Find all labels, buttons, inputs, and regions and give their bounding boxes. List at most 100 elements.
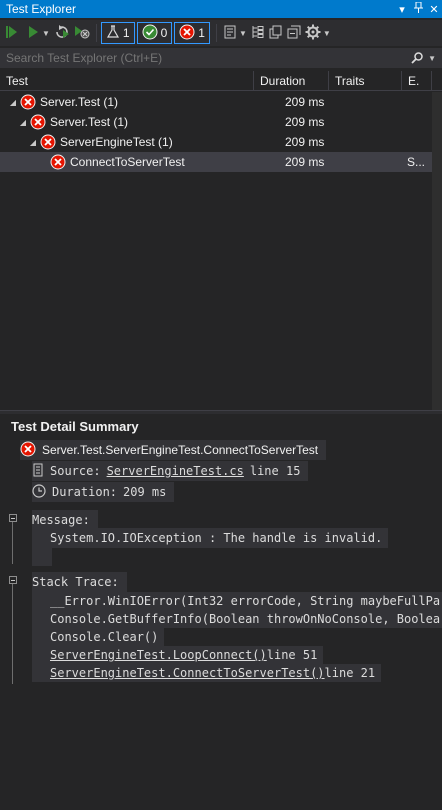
stack-frame-text: Console.GetBufferInfo(Boolean throwOnNoC… (50, 612, 441, 626)
source-file-link[interactable]: ServerEngineTest.cs (107, 464, 244, 478)
column-header-traits[interactable]: Traits (329, 70, 402, 91)
chevron-down-icon[interactable]: ▼ (323, 29, 331, 38)
detail-test-name-row: Server.Test.ServerEngineTest.ConnectToSe… (20, 440, 327, 460)
chevron-down-icon[interactable]: ▼ (428, 54, 436, 63)
tree-row[interactable]: ◢ Server.Test (1) 209 ms (0, 92, 432, 112)
search-input[interactable] (0, 48, 409, 68)
collapse-stack-icon[interactable] (9, 576, 17, 584)
flask-icon (106, 24, 120, 42)
chevron-down-icon[interactable]: ▼ (42, 29, 50, 38)
search-icon[interactable] (408, 52, 426, 64)
passed-tests-filter[interactable]: 0 (136, 22, 173, 44)
stack-frame: Console.GetBufferInfo(Boolean throwOnNoC… (32, 610, 442, 628)
stack-label-row: Stack Trace: (32, 572, 127, 592)
stack-label: Stack Trace: (32, 575, 119, 589)
passed-icon (142, 24, 158, 43)
tree-row-selected[interactable]: ConnectToServerTest 209 ms S... (0, 152, 432, 172)
stack-frame-link[interactable]: ServerEngineTest.LoopConnect() (50, 648, 267, 662)
test-duration: 209 ms (285, 95, 325, 109)
test-tree: ◢ Server.Test (1) 209 ms ◢ Server.Test (… (0, 92, 432, 172)
playlist-button[interactable]: ▼ (221, 22, 249, 44)
expander-icon[interactable]: ◢ (28, 138, 38, 147)
test-name: Server.Test (1) (50, 115, 129, 129)
repeat-icon (54, 24, 70, 42)
stack-frame-line: line 51 (266, 648, 318, 662)
test-duration: 209 ms (285, 155, 325, 169)
stack-frame: Console.Clear() (32, 628, 165, 646)
message-label-row: Message: (32, 510, 98, 530)
test-name: ServerEngineTest (1) (60, 135, 173, 149)
tree-row[interactable]: ◢ ServerEngineTest (1) 209 ms (0, 132, 432, 152)
test-trait: S... (407, 155, 426, 169)
duration-value: 209 ms (123, 485, 167, 499)
failed-icon (20, 441, 36, 460)
failed-icon (179, 24, 195, 43)
stack-frame: __Error.WinIOError(Int32 errorCode, Stri… (32, 592, 442, 610)
failed-tests-filter[interactable]: 1 (174, 22, 210, 44)
close-icon[interactable]: ✕ (426, 3, 442, 16)
detail-test-name: Server.Test.ServerEngineTest.ConnectToSe… (42, 443, 319, 457)
column-header-test[interactable]: Test (0, 70, 254, 91)
chevron-down-icon[interactable]: ▼ (239, 29, 247, 38)
total-count: 1 (122, 26, 130, 40)
column-header-error[interactable]: E. (402, 70, 432, 91)
failed-icon (20, 94, 36, 110)
expander-icon[interactable]: ◢ (8, 98, 18, 107)
pin-icon[interactable] (410, 1, 426, 16)
playlist-icon (223, 25, 237, 42)
test-duration: 209 ms (285, 115, 325, 129)
column-header-duration[interactable]: Duration (254, 70, 329, 91)
test-name: Server.Test (1) (40, 95, 119, 109)
test-name: ConnectToServerTest (70, 155, 185, 169)
run-all-button[interactable] (4, 22, 24, 44)
cancel-icon (74, 25, 90, 42)
message-padding (32, 548, 52, 566)
search-bar: ▼ (0, 48, 442, 68)
detail-source-row: Source: ServerEngineTest.cs line 15 (32, 461, 309, 481)
stack-frame-line: line 21 (324, 666, 376, 680)
failed-icon (30, 114, 46, 130)
test-duration: 209 ms (285, 135, 325, 149)
stack-frame: ServerEngineTest.LoopConnect() line 51 (32, 646, 324, 664)
settings-button[interactable]: ▼ (303, 22, 333, 44)
failed-icon (40, 134, 56, 150)
stack-frame: ServerEngineTest.ConnectToServerTest() l… (32, 664, 382, 682)
tree-scrollbar[interactable] (432, 92, 442, 410)
clock-icon (32, 483, 46, 501)
message-section-bracket (12, 518, 18, 564)
source-label: Source: (50, 464, 101, 478)
detail-title: Test Detail Summary (11, 419, 139, 434)
run-button[interactable]: ▼ (24, 22, 52, 44)
group-by-button[interactable] (249, 22, 267, 44)
run-all-icon (6, 25, 22, 42)
column-headers: Test Duration Traits E. (0, 70, 442, 91)
total-tests-filter[interactable]: 1 (100, 22, 135, 44)
collapse-all-icon (287, 25, 301, 42)
message-label: Message: (32, 513, 90, 527)
stack-frame-text: __Error.WinIOError(Int32 errorCode, Stri… (50, 594, 441, 608)
file-icon (32, 463, 44, 480)
test-detail-summary: Test Detail Summary Server.Test.ServerEn… (0, 414, 442, 810)
expander-icon[interactable]: ◢ (18, 118, 28, 127)
tree-row[interactable]: ◢ Server.Test (1) 209 ms (0, 112, 432, 132)
source-line: line 15 (249, 464, 301, 478)
failed-icon (50, 154, 66, 170)
title-bar: Test Explorer ▾ ✕ (0, 0, 442, 18)
repeat-last-run-button[interactable] (52, 22, 72, 44)
failed-count: 1 (198, 26, 205, 40)
cancel-run-button[interactable] (72, 22, 92, 44)
dropdown-icon[interactable]: ▾ (394, 3, 410, 16)
collapse-all-button[interactable] (285, 22, 303, 44)
window-title: Test Explorer (6, 2, 77, 16)
copy-icon (269, 25, 283, 42)
stack-section-bracket (12, 580, 18, 684)
message-text-row: System.IO.IOException : The handle is in… (32, 528, 389, 548)
toolbar-divider (215, 24, 217, 42)
gear-icon (305, 24, 321, 43)
toolbar: ▼ 1 0 1 ▼ ▼ (0, 20, 442, 46)
collapse-message-icon[interactable] (9, 514, 17, 522)
message-text: System.IO.IOException : The handle is in… (50, 531, 383, 545)
group-by-icon (251, 25, 265, 42)
copy-button[interactable] (267, 22, 285, 44)
stack-frame-link[interactable]: ServerEngineTest.ConnectToServerTest() (50, 666, 325, 680)
